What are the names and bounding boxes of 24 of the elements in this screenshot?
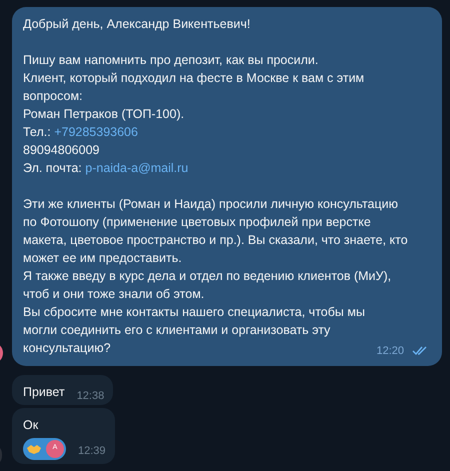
message-line: вопросом: bbox=[23, 88, 83, 105]
message-line: Пишу вам напомнить про депозит, как вы просили. bbox=[23, 52, 318, 69]
message-link[interactable]: p-naida-a@mail.ru bbox=[85, 161, 188, 175]
message-link[interactable]: +79285393606 bbox=[54, 125, 138, 139]
message-time: 12:20 bbox=[376, 344, 404, 359]
message-line: 89094806009 bbox=[23, 142, 100, 159]
message-line: макета, цветовое пространство и пр.). Вы сказали, что знаете, кто bbox=[23, 232, 408, 249]
message-line: Добрый день, Александр Викентьевич! bbox=[23, 16, 250, 33]
message-line: могли соединить его с клиентами и организовать эту bbox=[23, 322, 330, 339]
message-line: консультацию? bbox=[23, 340, 111, 357]
message-line: Привет bbox=[23, 384, 65, 400]
message-line: Клиент, который подходил на фесте в Москве к вам с этим bbox=[23, 70, 364, 87]
message-line: по Фотошопу (применение цветовых профилей при верстке bbox=[23, 214, 371, 231]
message-line: Эл. почта: p-naida-a@mail.ru bbox=[23, 160, 188, 177]
message-line: Вы сбросите мне контакты нашего специалиста, чтобы мы bbox=[23, 304, 365, 321]
message-line: Ок bbox=[23, 416, 38, 434]
message-line: чтоб и они тоже знали об этом. bbox=[23, 286, 204, 303]
message-line: Эти же клиенты (Роман и Наида) просили личную консультацию bbox=[23, 196, 398, 213]
message-line: Тел.: +79285393606 bbox=[23, 124, 138, 141]
message-line: Роман Петраков (ТОП-100). bbox=[23, 106, 184, 123]
message-line: может ее им предоставить. bbox=[23, 250, 182, 267]
message-time: 12:38 bbox=[76, 389, 104, 404]
message-time: 12:39 bbox=[78, 444, 106, 459]
message-line: Я также введу в курс дела и отдел по ведению клиентов (МиУ), bbox=[23, 268, 392, 285]
